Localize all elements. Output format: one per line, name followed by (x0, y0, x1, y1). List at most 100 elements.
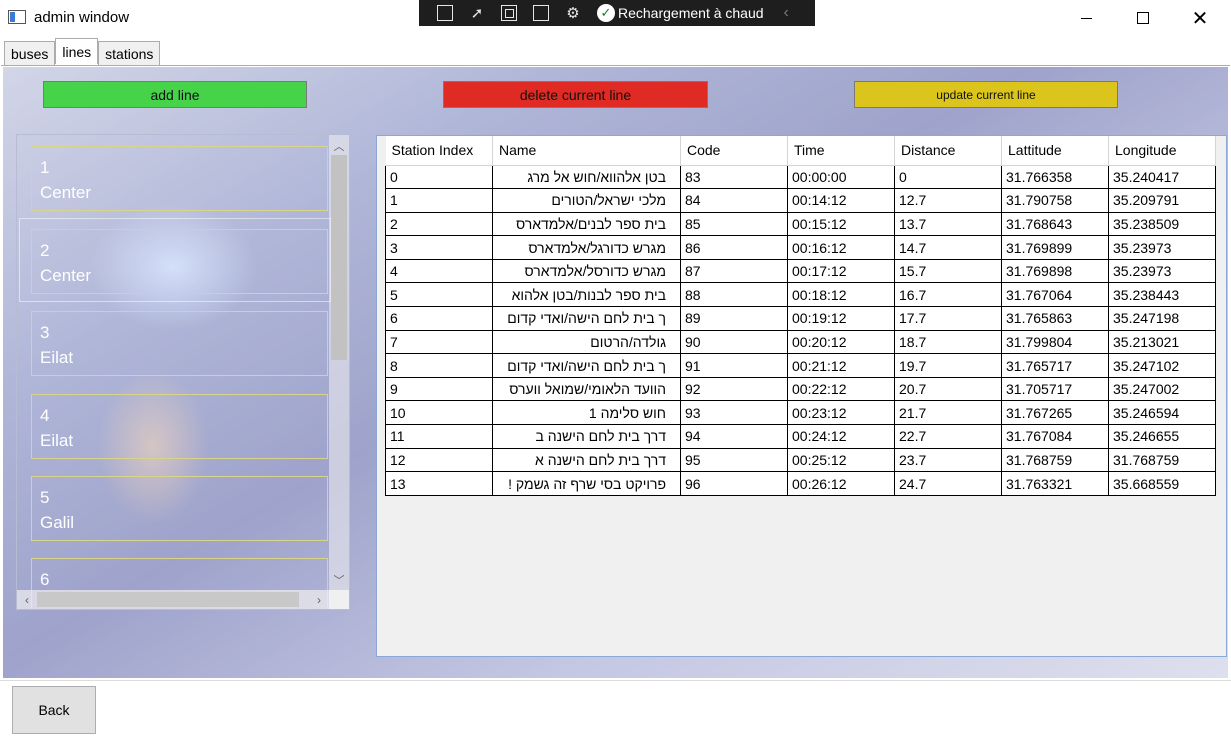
table-cell[interactable]: דרך בית לחם הישנה ב (492, 424, 681, 449)
table-cell[interactable]: 18.7 (894, 329, 1002, 355)
tab-stations[interactable]: stations (98, 41, 161, 65)
table-row[interactable]: 10 חוש סלימה 1 93 00:23:12 21.7 31.767265 35.2… (385, 400, 1216, 426)
select-element-icon[interactable]: ➚ (465, 2, 489, 24)
binding-failures-icon[interactable]: ⚙ (561, 2, 585, 24)
table-cell[interactable]: 11 (385, 424, 493, 449)
column-header[interactable]: Lattitude (1001, 136, 1109, 166)
table-row[interactable]: 11 דרך בית לחם הישנה ב 94 00:24:12 22.7 31.76… (385, 424, 1216, 449)
table-cell[interactable]: 00:23:12 (787, 400, 895, 426)
maximize-button[interactable] (1120, 0, 1166, 36)
delete-line-button[interactable]: delete current line (443, 81, 708, 108)
table-cell[interactable]: 95 (680, 447, 788, 473)
column-header[interactable]: Station Index (385, 136, 493, 166)
table-cell[interactable]: 91 (680, 353, 788, 378)
table-row[interactable]: 7 גולדה/הרטום 90 00:20:12 18.7 31.799804 35.21… (385, 329, 1216, 355)
table-cell[interactable]: 90 (680, 329, 788, 355)
table-cell[interactable]: 19.7 (894, 353, 1002, 378)
add-line-button[interactable]: add line (43, 81, 307, 108)
table-cell[interactable]: 35.213021 (1108, 329, 1216, 355)
table-cell[interactable]: 0 (385, 164, 493, 190)
table-cell[interactable]: 15.7 (894, 258, 1002, 284)
table-cell[interactable]: חוש סלימה 1 (492, 400, 681, 426)
table-cell[interactable]: 31.799804 (1001, 329, 1109, 355)
tab-lines[interactable]: lines (55, 38, 99, 64)
list-item[interactable]: 1 Center (31, 146, 328, 211)
table-cell[interactable]: 31.766358 (1001, 164, 1109, 190)
collapse-toolbar-icon[interactable]: ‹ (784, 4, 789, 22)
table-cell[interactable]: הוועד הלאומי/שמואל ווערס (492, 376, 681, 402)
table-cell[interactable]: 00:24:12 (787, 424, 895, 449)
table-cell[interactable]: 31.765717 (1001, 353, 1109, 378)
table-cell[interactable]: בית ספר לבנות/בטן אלהוא (492, 282, 681, 308)
table-cell[interactable]: 93 (680, 400, 788, 426)
display-layout-adorners-icon[interactable] (497, 2, 521, 24)
table-cell[interactable]: 35.246655 (1108, 424, 1216, 449)
table-cell[interactable]: 35.23973 (1108, 258, 1216, 284)
list-item[interactable]: 2 Center (31, 229, 328, 294)
table-row[interactable]: 6ך בית לחם הישה/ואדי קדום 89 00:19:12 17.7 3… (385, 306, 1216, 331)
scroll-down-icon[interactable]: ﹀ (329, 571, 349, 588)
table-cell[interactable]: 20.7 (894, 376, 1002, 402)
table-cell[interactable]: 00:22:12 (787, 376, 895, 402)
table-row[interactable]: 12 דרך בית לחם הישנה א 95 00:25:12 23.7 31.76… (385, 447, 1216, 473)
table-cell[interactable]: 00:18:12 (787, 282, 895, 308)
lines-vertical-scrollbar[interactable]: ︿ ﹀ (329, 135, 349, 590)
table-cell[interactable]: 00:00:00 (787, 164, 895, 190)
table-cell[interactable]: 13 (385, 471, 493, 496)
table-cell[interactable]: 9 (385, 376, 493, 402)
table-row[interactable]: 13 פרויקט בסי שרף זה גשמק ! 96 00:26:12 24.7… (385, 471, 1216, 496)
table-cell[interactable]: 84 (680, 188, 788, 213)
back-button[interactable]: Back (12, 686, 96, 734)
column-header[interactable]: Time (787, 136, 895, 166)
table-cell[interactable]: 00:26:12 (787, 471, 895, 496)
table-cell[interactable]: 8 (385, 353, 493, 378)
table-cell[interactable]: 00:15:12 (787, 211, 895, 237)
table-cell[interactable]: 00:16:12 (787, 235, 895, 260)
lines-list[interactable]: 1 Center 2 Center 3 Eilat 4 Eilat 5 Gali… (16, 134, 350, 610)
table-cell[interactable]: 86 (680, 235, 788, 260)
table-cell[interactable]: מגרש כדורגל/אלמדארס (492, 235, 681, 260)
table-row[interactable]: 5 בית ספר לבנות/בטן אלהוא 88 00:18:12 16.7 31… (385, 282, 1216, 308)
table-row[interactable]: 9 הוועד הלאומי/שמואל ווערס 92 00:22:12 20.7 3… (385, 376, 1216, 402)
table-cell[interactable]: 31.767084 (1001, 424, 1109, 449)
table-cell[interactable]: 31.767265 (1001, 400, 1109, 426)
table-cell[interactable]: 31.769898 (1001, 258, 1109, 284)
table-cell[interactable]: 31.768643 (1001, 211, 1109, 237)
stations-grid[interactable]: Station Index Name Code Time Distance La… (376, 135, 1227, 657)
table-cell[interactable]: 35.246594 (1108, 400, 1216, 426)
scroll-up-icon[interactable]: ︿ (329, 137, 349, 154)
scroll-right-icon[interactable]: › (311, 591, 327, 608)
table-cell[interactable]: דרך בית לחם הישנה א (492, 447, 681, 473)
table-cell[interactable]: 10 (385, 400, 493, 426)
list-item[interactable]: 4 Eilat (31, 394, 328, 459)
table-cell[interactable]: 31.705717 (1001, 376, 1109, 402)
table-cell[interactable]: 35.209791 (1108, 188, 1216, 213)
table-row[interactable]: 0 בטן אלהווא/חוש אל מרג 83 00:00:00 0 31.7663… (385, 164, 1216, 190)
table-cell[interactable]: 12.7 (894, 188, 1002, 213)
table-row[interactable]: 3 מגרש כדורגל/אלמדארס 86 00:16:12 14.7 31.769… (385, 235, 1216, 260)
table-cell[interactable]: 22.7 (894, 424, 1002, 449)
table-cell[interactable]: 00:17:12 (787, 258, 895, 284)
minimize-button[interactable] (1063, 0, 1109, 36)
table-cell[interactable]: 89 (680, 306, 788, 331)
table-cell[interactable]: פרויקט בסי שרף זה גשמק ! (492, 471, 681, 496)
column-header[interactable]: Name (492, 136, 681, 166)
table-cell[interactable]: 12 (385, 447, 493, 473)
table-cell[interactable]: 4 (385, 258, 493, 284)
tab-buses[interactable]: buses (4, 41, 56, 65)
table-cell[interactable]: 00:21:12 (787, 353, 895, 378)
table-cell[interactable]: 00:25:12 (787, 447, 895, 473)
table-cell[interactable]: 0 (894, 164, 1002, 190)
list-item[interactable]: 3 Eilat (31, 311, 328, 376)
table-cell[interactable]: 35.247198 (1108, 306, 1216, 331)
table-cell[interactable]: 96 (680, 471, 788, 496)
table-cell[interactable]: 31.765863 (1001, 306, 1109, 331)
lines-horizontal-scrollbar[interactable]: ‹ › (17, 590, 329, 609)
table-cell[interactable]: 00:19:12 (787, 306, 895, 331)
table-cell[interactable]: 24.7 (894, 471, 1002, 496)
table-cell[interactable]: 17.7 (894, 306, 1002, 331)
table-cell[interactable]: 13.7 (894, 211, 1002, 237)
table-cell[interactable]: ך בית לחם הישה/ואדי קדום (492, 353, 681, 378)
table-cell[interactable]: 83 (680, 164, 788, 190)
horizontal-scroll-thumb[interactable] (37, 592, 299, 607)
